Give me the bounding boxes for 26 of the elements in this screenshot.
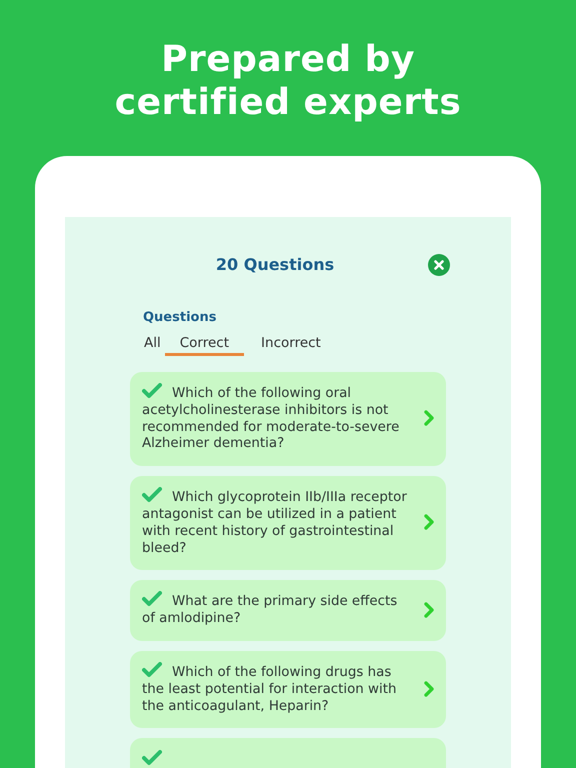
close-icon [434, 260, 444, 270]
section-label: Questions [143, 310, 218, 325]
checkmark-icon [142, 662, 162, 678]
checkmark-icon [142, 750, 162, 766]
headline: Prepared by [161, 38, 415, 81]
filter-tab[interactable]: Incorrect [246, 335, 336, 356]
question-card[interactable]: Which of the following oral acetylcholinesterase inhibitors is not recommended for moderate-to-severe Alzheimer dementia? [130, 372, 446, 466]
question-text: Which glycoprotein IIb/IIIa receptor antagonist can be utilized in a patient with recent history of gastrointestinal bleed? [142, 487, 418, 558]
chevron-right-icon [424, 410, 434, 426]
question-card[interactable]: Which of the following drugs has the least potential for interaction with the anticoagulant, Heparin? [130, 650, 446, 728]
chevron-right-icon [424, 680, 434, 697]
screen-title: 20 Questions [216, 255, 334, 274]
question-text: Which of the following oral acetylcholinesterase inhibitors is not recommended for moderate-to-severe Alzheimer dementia? [142, 383, 418, 454]
close-button[interactable] [428, 254, 450, 276]
question-card[interactable]: Which glycoprotein IIb/IIIa receptor antagonist can be utilized in a patient with recent history of gastrointestinal bleed? [130, 476, 446, 570]
headline: certified experts [114, 81, 462, 124]
chevron-right-icon [424, 602, 434, 618]
checkmark-icon [142, 591, 162, 608]
question-text: Which of the following drugs has the least potential for interaction with the anticoagulant, Heparin? [142, 662, 418, 716]
filter-tab[interactable]: Correct [164, 335, 244, 356]
chevron-right-icon [424, 514, 434, 530]
filter-tab[interactable]: All [142, 335, 163, 356]
checkmark-icon [142, 383, 162, 399]
question-card[interactable]: What are the primary side effects of amlodipine? [130, 580, 446, 641]
question-text: What are the primary side effects of amlodipine? [142, 591, 418, 628]
checkmark-icon [142, 487, 162, 504]
